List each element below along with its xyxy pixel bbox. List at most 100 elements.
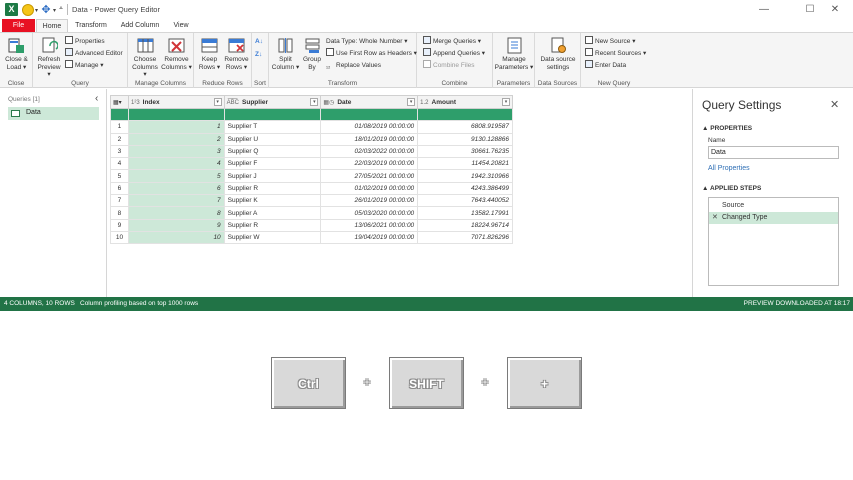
tab-transform[interactable]: Transform bbox=[70, 19, 112, 32]
table-row[interactable]: 9 9 Supplier R 13/06/2021 00:00:00 18224.967… bbox=[110, 218, 513, 232]
replace-values-button[interactable]: ₁₂ Replace Values bbox=[326, 60, 381, 71]
cell-index[interactable]: 4 bbox=[127, 157, 225, 171]
cell-supplier[interactable]: Supplier R bbox=[223, 181, 322, 196]
delete-step-icon[interactable]: ✕ bbox=[712, 212, 718, 224]
append-queries-button[interactable]: Append Queries ▾ bbox=[423, 48, 485, 59]
choose-columns-button[interactable]: Choose Columns ▾ bbox=[130, 37, 160, 79]
chevron-down-icon[interactable]: ▾ bbox=[53, 7, 56, 14]
table-corner-menu[interactable]: ▦▾ bbox=[110, 95, 129, 109]
use-first-row-headers-button[interactable]: Use First Row as Headers ▾ bbox=[326, 48, 417, 59]
sort-descending-icon[interactable]: Z↓ bbox=[255, 49, 262, 60]
row-number[interactable]: 9 bbox=[110, 218, 129, 232]
cell-supplier[interactable]: Supplier U bbox=[223, 132, 322, 146]
cell-supplier[interactable]: Supplier J bbox=[223, 169, 322, 183]
refresh-preview-button[interactable]: Refresh Preview ▾ bbox=[35, 37, 63, 79]
cell-date[interactable]: 22/03/2019 00:00:00 bbox=[320, 157, 419, 171]
table-row[interactable]: 4 4 Supplier F 22/03/2019 00:00:00 11454.208… bbox=[110, 157, 513, 171]
cell-amount[interactable]: 18224.96714 bbox=[417, 218, 513, 232]
cell-supplier[interactable]: Supplier K bbox=[223, 194, 322, 208]
combine-files-button[interactable]: Combine Files bbox=[423, 60, 475, 71]
cell-supplier[interactable]: Supplier T bbox=[223, 120, 322, 134]
column-header-supplier[interactable]: A͞B͞C Supplier ▾ bbox=[223, 95, 322, 109]
query-item-data[interactable]: Data bbox=[8, 107, 99, 120]
cell-index[interactable]: 7 bbox=[127, 194, 225, 208]
datetime-type-icon[interactable]: ▦◷ bbox=[323, 99, 334, 106]
row-number[interactable]: 8 bbox=[110, 206, 129, 220]
tab-home[interactable]: Home bbox=[36, 19, 68, 32]
cell-index[interactable]: 6 bbox=[127, 181, 225, 196]
cell-amount[interactable]: 13582.17991 bbox=[417, 206, 513, 220]
cell-date[interactable]: 18/01/2019 00:00:00 bbox=[320, 132, 419, 146]
table-row[interactable]: 10 10 Supplier W 19/04/2019 00:00:00 7071.82… bbox=[110, 230, 513, 245]
table-row[interactable]: 7 7 Supplier K 26/01/2019 00:00:00 7643.4400… bbox=[110, 194, 513, 208]
recent-sources-button[interactable]: Recent Sources ▾ bbox=[585, 48, 646, 59]
cell-amount[interactable]: 6808.919587 bbox=[417, 120, 513, 134]
cell-date[interactable]: 27/05/2021 00:00:00 bbox=[320, 169, 419, 183]
cell-index[interactable]: 1 bbox=[127, 120, 225, 134]
filter-dropdown-icon[interactable]: ▾ bbox=[310, 98, 319, 106]
column-header-date[interactable]: ▦◷ Date ▾ bbox=[320, 95, 419, 109]
row-number[interactable]: 7 bbox=[110, 194, 129, 208]
cell-index[interactable]: 5 bbox=[127, 169, 225, 183]
cell-amount[interactable]: 7643.440052 bbox=[417, 194, 513, 208]
advanced-editor-button[interactable]: Advanced Editor bbox=[65, 48, 123, 59]
collapse-icon[interactable]: ‹ bbox=[95, 93, 98, 104]
tab-add-column[interactable]: Add Column bbox=[116, 19, 164, 32]
all-properties-link[interactable]: All Properties bbox=[708, 165, 750, 172]
applied-steps-heading[interactable]: ▲ APPLIED STEPS bbox=[702, 185, 761, 192]
close-button[interactable]: ✕ bbox=[828, 3, 842, 16]
filter-dropdown-icon[interactable]: ▾ bbox=[213, 98, 222, 106]
table-row[interactable]: 3 3 Supplier Q 02/03/2022 00:00:00 30661.762… bbox=[110, 144, 513, 159]
split-column-button[interactable]: Split Column ▾ bbox=[271, 37, 300, 71]
cell-index[interactable]: 2 bbox=[127, 132, 225, 146]
table-row[interactable]: 5 5 Supplier J 27/05/2021 00:00:00 1942.3109… bbox=[110, 169, 513, 183]
text-type-icon[interactable]: A͞B͞C bbox=[227, 100, 239, 106]
step-source[interactable]: Source bbox=[709, 200, 838, 212]
close-icon[interactable]: ✕ bbox=[830, 98, 839, 111]
close-load-button[interactable]: Close & Load ▾ bbox=[3, 37, 30, 71]
cell-amount[interactable]: 1942.310966 bbox=[417, 169, 513, 183]
row-number[interactable]: 4 bbox=[110, 157, 129, 171]
group-by-button[interactable]: Group By bbox=[301, 37, 323, 71]
cell-index[interactable]: 8 bbox=[127, 206, 225, 220]
cell-supplier[interactable]: Supplier W bbox=[223, 230, 322, 245]
cell-date[interactable]: 05/03/2020 00:00:00 bbox=[320, 206, 419, 220]
remove-rows-button[interactable]: Remove Rows ▾ bbox=[223, 37, 250, 71]
cell-supplier[interactable]: Supplier A bbox=[223, 206, 322, 220]
step-changed-type[interactable]: ✕ Changed Type bbox=[709, 212, 838, 224]
filter-dropdown-icon[interactable]: ▾ bbox=[502, 98, 510, 106]
cell-index[interactable]: 9 bbox=[127, 218, 225, 232]
table-row[interactable]: 2 2 Supplier U 18/01/2019 00:00:00 9130.1288… bbox=[110, 132, 513, 146]
cell-date[interactable]: 26/01/2019 00:00:00 bbox=[320, 194, 419, 208]
table-row[interactable]: 1 1 Supplier T 01/08/2019 00:00:00 6808.9195… bbox=[110, 120, 513, 134]
manage-parameters-button[interactable]: Manage Parameters ▾ bbox=[494, 37, 534, 71]
cell-date[interactable]: 01/08/2019 00:00:00 bbox=[320, 120, 419, 134]
sort-ascending-icon[interactable]: A↓ bbox=[255, 36, 263, 47]
cell-supplier[interactable]: Supplier F bbox=[223, 157, 322, 171]
row-number[interactable]: 3 bbox=[110, 144, 129, 159]
customize-toolbar-icon[interactable]: ⩡ bbox=[59, 5, 63, 13]
cell-index[interactable]: 3 bbox=[127, 144, 225, 159]
smiley-feedback-icon[interactable] bbox=[22, 4, 34, 16]
manage-button[interactable]: Manage ▾ bbox=[65, 60, 104, 71]
row-number[interactable]: 6 bbox=[110, 181, 129, 196]
status-profiling[interactable]: Column profiling based on top 1000 rows bbox=[80, 297, 198, 311]
merge-queries-button[interactable]: Merge Queries ▾ bbox=[423, 36, 481, 47]
filter-dropdown-icon[interactable]: ▾ bbox=[407, 98, 416, 106]
cell-amount[interactable]: 7071.826296 bbox=[417, 230, 513, 245]
whole-number-type-icon[interactable]: 1²3 bbox=[131, 100, 140, 106]
maximize-button[interactable]: ☐ bbox=[803, 3, 817, 16]
properties-heading[interactable]: ▲ PROPERTIES bbox=[702, 125, 752, 132]
remove-columns-button[interactable]: Remove Columns ▾ bbox=[161, 37, 192, 71]
row-number[interactable]: 2 bbox=[110, 132, 129, 146]
minimize-button[interactable]: — bbox=[757, 3, 771, 16]
query-name-input[interactable]: Data bbox=[708, 146, 839, 159]
cell-date[interactable]: 19/04/2019 00:00:00 bbox=[320, 230, 419, 245]
excel-icon[interactable]: X bbox=[5, 3, 18, 16]
decimal-type-icon[interactable]: 1.2 bbox=[420, 100, 428, 106]
new-source-button[interactable]: New Source ▾ bbox=[585, 36, 635, 47]
tab-view[interactable]: View bbox=[168, 19, 194, 32]
data-source-settings-button[interactable]: Data source settings bbox=[537, 37, 579, 71]
cell-amount[interactable]: 30661.76235 bbox=[417, 144, 513, 159]
cell-date[interactable]: 02/03/2022 00:00:00 bbox=[320, 144, 419, 159]
